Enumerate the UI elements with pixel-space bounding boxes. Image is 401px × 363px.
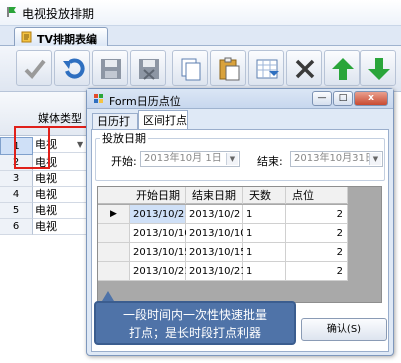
move-up-button[interactable] bbox=[324, 50, 360, 86]
end-date-value: 2013年10月31日 bbox=[294, 153, 375, 164]
row-number[interactable]: 3 bbox=[0, 171, 33, 187]
main-window-titlebar: 电视投放排期 bbox=[0, 0, 401, 26]
edit-doc-icon bbox=[21, 31, 32, 43]
column-header-end-date[interactable]: 结束日期 bbox=[186, 187, 243, 204]
grid-header-label: 媒体类型 bbox=[38, 112, 82, 125]
delete-button[interactable] bbox=[286, 50, 322, 86]
days-cell[interactable]: 1 bbox=[243, 262, 286, 281]
start-date-cell[interactable]: 2013/10/15 bbox=[130, 243, 191, 262]
end-date-label: 结束: bbox=[257, 155, 283, 168]
end-date-cell[interactable]: 2013/10/2 bbox=[186, 205, 243, 224]
minimize-button[interactable]: — bbox=[312, 91, 332, 106]
end-date-cell[interactable]: 2013/10/15 bbox=[186, 243, 247, 262]
close-button[interactable]: x bbox=[354, 91, 388, 106]
copy-button[interactable] bbox=[172, 50, 208, 86]
save-button[interactable] bbox=[92, 50, 128, 86]
group-title: 投放日期 bbox=[100, 130, 148, 146]
import-button[interactable] bbox=[248, 50, 284, 86]
end-date-cell[interactable]: 2013/10/21 bbox=[186, 262, 247, 281]
copy-icon bbox=[181, 58, 201, 81]
row-number[interactable]: 6 bbox=[0, 219, 33, 235]
end-date-picker[interactable]: 2013年10月31日 ▼ bbox=[290, 151, 383, 167]
points-cell[interactable]: 2 bbox=[286, 262, 348, 281]
move-up-icon bbox=[332, 58, 354, 80]
highlight-connector bbox=[50, 126, 88, 128]
tab-interval-points[interactable]: 区间打点 bbox=[138, 110, 188, 130]
callout-line-2: 打点；是长时段打点利器 bbox=[128, 326, 261, 340]
media-cell[interactable]: 电视 bbox=[33, 187, 94, 203]
paste-icon bbox=[219, 57, 240, 81]
tab-calendar-points[interactable]: 日历打点 bbox=[92, 113, 138, 144]
dialog-title: Form日历点位 bbox=[109, 95, 181, 108]
start-date-cell[interactable]: 2013/10/2 bbox=[130, 205, 186, 224]
column-header-points[interactable]: 点位 bbox=[286, 187, 348, 204]
chevron-down-icon[interactable]: ▼ bbox=[226, 153, 238, 165]
start-date-picker[interactable]: 2013年10月 1日 ▼ bbox=[140, 151, 240, 167]
row-indicator[interactable] bbox=[98, 224, 130, 243]
media-cell[interactable]: 电视 bbox=[33, 219, 94, 235]
check-icon bbox=[24, 59, 46, 79]
save-icon bbox=[101, 59, 121, 79]
move-down-icon bbox=[368, 58, 390, 80]
callout-line-1: 一段时间内一次性快速批量 bbox=[122, 308, 267, 322]
row-number[interactable]: 5 bbox=[0, 203, 33, 219]
tab-tv-schedule-edit[interactable]: TV排期表编辑 bbox=[14, 27, 108, 62]
move-down-button[interactable] bbox=[360, 50, 396, 86]
row-number[interactable]: 4 bbox=[0, 187, 33, 203]
undo-button[interactable] bbox=[54, 50, 90, 86]
row-indicator-current[interactable]: ▶ bbox=[98, 205, 130, 224]
main-window-title: 电视投放排期 bbox=[22, 7, 95, 21]
start-date-cell[interactable]: 2013/10/10 bbox=[130, 224, 191, 243]
maximize-button[interactable]: □ bbox=[333, 91, 353, 106]
delete-icon bbox=[295, 59, 315, 79]
callout-pointer bbox=[102, 291, 114, 301]
highlight-box bbox=[14, 126, 50, 169]
points-cell[interactable]: 2 bbox=[286, 205, 348, 224]
save-close-icon bbox=[139, 59, 159, 80]
form-icon bbox=[94, 94, 103, 103]
media-cell[interactable]: 电视 bbox=[33, 171, 94, 187]
start-date-label: 开始: bbox=[111, 155, 137, 168]
import-icon bbox=[256, 59, 279, 79]
start-date-cell[interactable]: 2013/10/21 bbox=[130, 262, 191, 281]
confirm-button[interactable] bbox=[16, 50, 52, 86]
row-indicator[interactable] bbox=[98, 243, 130, 262]
media-cell[interactable]: 电视 bbox=[33, 203, 94, 219]
start-date-value: 2013年10月 1日 bbox=[144, 153, 222, 164]
save-close-button[interactable] bbox=[130, 50, 166, 86]
app-flag-icon bbox=[7, 7, 16, 17]
days-cell[interactable]: 1 bbox=[243, 205, 286, 224]
chevron-down-icon[interactable]: ▼ bbox=[369, 153, 381, 165]
end-date-cell[interactable]: 2013/10/10 bbox=[186, 224, 247, 243]
points-cell[interactable]: 2 bbox=[286, 243, 348, 262]
tip-callout: 一段时间内一次性快速批量 打点；是长时段打点利器 bbox=[94, 301, 296, 345]
chevron-down-icon[interactable]: ▼ bbox=[77, 137, 83, 153]
row-indicator[interactable] bbox=[98, 262, 130, 281]
days-cell[interactable]: 1 bbox=[243, 243, 286, 262]
confirm-button[interactable]: 确认(S) bbox=[301, 318, 387, 341]
paste-button[interactable] bbox=[210, 50, 246, 86]
points-cell[interactable]: 2 bbox=[286, 224, 348, 243]
days-cell[interactable]: 1 bbox=[243, 224, 286, 243]
column-header-days[interactable]: 天数 bbox=[243, 187, 286, 204]
column-header-start-date[interactable]: 开始日期 bbox=[130, 187, 186, 204]
undo-icon bbox=[63, 58, 85, 79]
